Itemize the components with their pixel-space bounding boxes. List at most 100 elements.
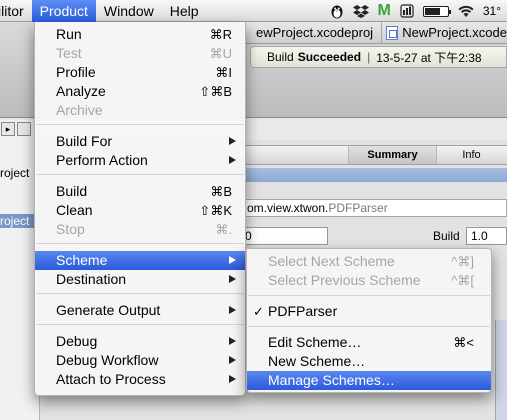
tab-project-1[interactable]: ewProject.xcodeproj — [240, 25, 381, 40]
build-field[interactable]: 1.0 — [466, 227, 507, 245]
wifi-icon[interactable] — [458, 3, 474, 19]
menu-bar: ilitor Product Window Help M 31° — [0, 0, 507, 22]
submenu-arrow-icon — [229, 256, 236, 264]
shortcut: ⇧⌘K — [199, 203, 232, 218]
submenu-arrow-icon — [229, 375, 236, 383]
menu-separator — [36, 174, 244, 175]
weather-temperature[interactable]: 31° — [483, 3, 501, 19]
menu-item-label: Attach to Process — [56, 371, 166, 387]
menu-separator — [36, 293, 244, 294]
menu-item-label: Scheme — [56, 252, 108, 268]
submenu-arrow-icon — [229, 275, 236, 283]
battery-icon[interactable] — [422, 3, 451, 19]
menu-item-select-next-scheme: Select Next Scheme ^⌘] — [247, 252, 491, 271]
menu-item-profile[interactable]: Profile ⌘I — [35, 63, 245, 82]
project-icon[interactable] — [17, 122, 31, 136]
bundle-identifier-field[interactable]: om.view.xtwon.PDFParser — [240, 199, 507, 217]
navigator-buttons: ▸ — [0, 120, 38, 138]
tab-project-2-label: NewProject.xcode — [402, 25, 507, 40]
activity-separator: | — [367, 50, 371, 64]
dropbox-icon[interactable] — [352, 3, 369, 19]
menu-separator — [36, 243, 244, 244]
menu-item-analyze[interactable]: Analyze ⇧⌘B — [35, 82, 245, 101]
version-field[interactable]: 0 — [240, 227, 328, 245]
shortcut: ⌘I — [215, 65, 232, 80]
menu-item-label: Test — [56, 45, 82, 61]
menu-item-label: New Scheme… — [268, 353, 366, 369]
shortcut: ^⌘[ — [451, 273, 474, 288]
project-file-icon — [386, 25, 399, 40]
submenu-arrow-icon — [229, 156, 236, 164]
menu-item-label: Select Next Scheme — [268, 253, 395, 269]
menu-separator — [36, 124, 244, 125]
menu-item-label: Run — [56, 26, 82, 42]
menu-item-label: Generate Output — [56, 302, 161, 318]
m-app-icon[interactable]: M — [378, 2, 391, 19]
shortcut: ^⌘] — [451, 254, 474, 269]
back-icon[interactable]: ▸ — [1, 122, 15, 136]
checkmark-icon: ✓ — [253, 304, 264, 319]
menu-item-perform-action[interactable]: Perform Action — [35, 151, 245, 170]
build-label: Build — [433, 229, 460, 243]
menu-product[interactable]: Product — [31, 0, 96, 22]
menu-item-label: Profile — [56, 64, 96, 80]
menu-separator — [36, 324, 244, 325]
tab-project-2[interactable]: NewProject.xcode — [381, 21, 507, 44]
product-menu: Run ⌘R Test ⌘U Profile ⌘I Analyze ⇧⌘B Ar… — [34, 22, 246, 396]
menu-item-manage-schemes[interactable]: Manage Schemes… — [247, 371, 491, 390]
menu-item-scheme[interactable]: Scheme — [35, 251, 245, 270]
bundle-identifier-main: om.view.xtwon. — [247, 201, 329, 215]
section-header — [240, 168, 507, 182]
penguin-icon[interactable] — [330, 3, 344, 19]
shortcut: ⌘. — [215, 222, 232, 237]
menu-item-clean[interactable]: Clean ⇧⌘K — [35, 201, 245, 220]
editor-tabs: Summary Info — [240, 145, 507, 165]
utilities-panel-edge — [495, 320, 507, 420]
window-tab-strip: ewProject.xcodeproj NewProject.xcode — [240, 21, 507, 44]
menu-item-label: Build For — [56, 133, 113, 149]
activity-viewer: Build Succeeded | 13-5-27 at 下午2:38 — [250, 46, 507, 68]
menu-item-debug-workflow[interactable]: Debug Workflow — [35, 351, 245, 370]
menu-item-edit-scheme[interactable]: Edit Scheme… ⌘< — [247, 333, 491, 352]
submenu-arrow-icon — [229, 337, 236, 345]
menu-item-label: Perform Action — [56, 152, 148, 168]
menu-item-stop: Stop ⌘. — [35, 220, 245, 239]
menu-help[interactable]: Help — [162, 0, 207, 22]
menu-item-label: Edit Scheme… — [268, 334, 362, 350]
menu-item-label: Archive — [56, 102, 103, 118]
activity-prefix: Build — [267, 50, 294, 64]
menu-editor[interactable]: ilitor — [0, 0, 32, 22]
scheme-submenu: Select Next Scheme ^⌘] Select Previous S… — [246, 248, 492, 393]
menu-separator — [248, 326, 490, 327]
menu-item-new-scheme[interactable]: New Scheme… — [247, 352, 491, 371]
menu-item-build[interactable]: Build ⌘B — [35, 182, 245, 201]
tab-info[interactable]: Info — [436, 146, 506, 164]
activity-status: Succeeded — [297, 50, 362, 64]
menu-item-destination[interactable]: Destination — [35, 270, 245, 289]
volume-icon[interactable] — [400, 3, 414, 19]
menu-item-pdfparser[interactable]: ✓ PDFParser — [247, 302, 491, 321]
shortcut: ⌘B — [210, 184, 232, 199]
menu-item-attach-to-process[interactable]: Attach to Process — [35, 370, 245, 389]
menu-item-debug[interactable]: Debug — [35, 332, 245, 351]
menu-item-label: Analyze — [56, 83, 106, 99]
menu-item-run[interactable]: Run ⌘R — [35, 25, 245, 44]
menu-item-label: Build — [56, 183, 88, 199]
tab-summary[interactable]: Summary — [348, 146, 436, 164]
menu-item-label: Select Previous Scheme — [268, 272, 421, 288]
shortcut: ⌘U — [209, 46, 232, 61]
shortcut: ⌘R — [209, 27, 232, 42]
menu-item-label: Destination — [56, 271, 127, 287]
menu-separator — [248, 295, 490, 296]
menu-window[interactable]: Window — [96, 0, 162, 22]
menu-item-label: Stop — [56, 221, 85, 237]
activity-timestamp: 13-5-27 at 下午2:38 — [376, 50, 482, 65]
menu-item-label: Manage Schemes… — [268, 372, 395, 388]
menu-item-build-for[interactable]: Build For — [35, 132, 245, 151]
menu-item-label: Clean — [56, 202, 93, 218]
submenu-arrow-icon — [229, 356, 236, 364]
menu-item-test: Test ⌘U — [35, 44, 245, 63]
status-menus: M 31° — [330, 0, 507, 22]
menu-item-generate-output[interactable]: Generate Output — [35, 301, 245, 320]
menu-item-label: Debug — [56, 333, 98, 349]
